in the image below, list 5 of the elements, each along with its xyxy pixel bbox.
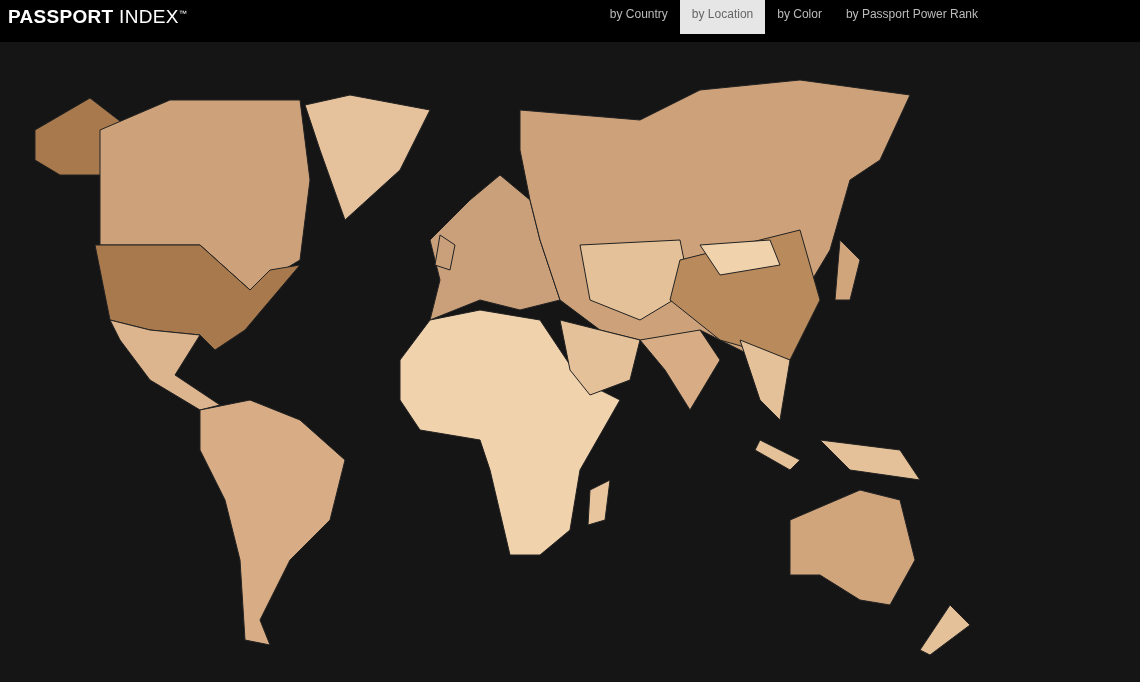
nav-tab[interactable]: by Country [597, 0, 680, 34]
logo[interactable]: PASSPORT INDEX$^{™}$ [8, 6, 187, 28]
nav-tab[interactable]: by Color [765, 0, 834, 34]
nav-tab[interactable]: by Location [679, 0, 766, 34]
nav-tab[interactable]: by Passport Power Rank [833, 0, 990, 34]
